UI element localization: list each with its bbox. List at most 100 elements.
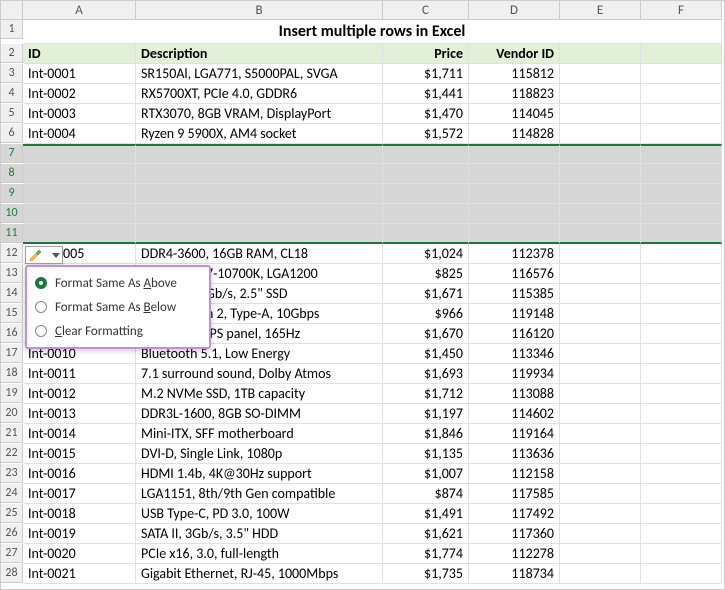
- column-header[interactable]: B: [136, 1, 383, 20]
- row-header[interactable]: 22: [1, 444, 23, 463]
- row-header[interactable]: 11: [1, 224, 23, 243]
- row-header[interactable]: 13: [1, 264, 23, 283]
- row-header[interactable]: 12: [1, 244, 23, 263]
- table-header[interactable]: ID: [23, 44, 136, 64]
- row-header[interactable]: 10: [1, 204, 23, 223]
- table-cell[interactable]: Int-0014: [23, 424, 136, 444]
- table-cell[interactable]: RTX3070, 8GB VRAM, DisplayPort: [136, 104, 383, 124]
- cell[interactable]: [641, 284, 722, 304]
- table-header[interactable]: Price: [383, 44, 469, 64]
- cell[interactable]: [560, 384, 641, 404]
- table-cell[interactable]: $1,670: [383, 324, 469, 344]
- table-cell[interactable]: HDMI 1.4b, 4K@30Hz support: [136, 464, 383, 484]
- cell[interactable]: [560, 544, 641, 564]
- cell[interactable]: [641, 404, 722, 424]
- table-cell[interactable]: Int-0019: [23, 524, 136, 544]
- cell[interactable]: [560, 524, 641, 544]
- row-header[interactable]: 20: [1, 404, 23, 423]
- table-cell[interactable]: $1,441: [383, 84, 469, 104]
- table-cell[interactable]: M.2 NVMe SSD, 1TB capacity: [136, 384, 383, 404]
- column-header[interactable]: E: [560, 1, 641, 20]
- table-cell[interactable]: Int-0017: [23, 484, 136, 504]
- table-cell[interactable]: 112278: [469, 544, 560, 564]
- table-cell[interactable]: SR150Al, LGA771, S5000PAL, SVGA: [136, 64, 383, 84]
- table-cell[interactable]: $825: [383, 264, 469, 284]
- table-cell[interactable]: $1,491: [383, 504, 469, 524]
- table-header[interactable]: Description: [136, 44, 383, 64]
- table-cell[interactable]: Int-0003: [23, 104, 136, 124]
- cell[interactable]: [641, 144, 722, 164]
- table-cell[interactable]: LGA1151, 8th/9th Gen compatible: [136, 484, 383, 504]
- cell[interactable]: [641, 84, 722, 104]
- cell[interactable]: [641, 564, 722, 584]
- table-cell[interactable]: 112158: [469, 464, 560, 484]
- cell[interactable]: [641, 204, 722, 224]
- table-cell[interactable]: $1,671: [383, 284, 469, 304]
- table-cell[interactable]: 117585: [469, 484, 560, 504]
- table-cell[interactable]: $1,572: [383, 124, 469, 144]
- cell[interactable]: [136, 224, 383, 244]
- table-cell[interactable]: $1,846: [383, 424, 469, 444]
- table-cell[interactable]: Mini-ITX, SFF motherboard: [136, 424, 383, 444]
- row-header[interactable]: 9: [1, 184, 23, 203]
- select-all-corner[interactable]: [1, 1, 23, 20]
- table-cell[interactable]: Int-0002: [23, 84, 136, 104]
- row-header[interactable]: 1: [1, 20, 23, 39]
- cell[interactable]: [641, 424, 722, 444]
- format-same-as-below-option[interactable]: Format Same As Below: [27, 295, 209, 319]
- cell[interactable]: [560, 144, 641, 164]
- cell[interactable]: [641, 384, 722, 404]
- cell[interactable]: [560, 64, 641, 84]
- cell[interactable]: [560, 504, 641, 524]
- cell[interactable]: [383, 204, 469, 224]
- cell[interactable]: [383, 144, 469, 164]
- row-header[interactable]: 2: [1, 44, 23, 63]
- table-cell[interactable]: 114828: [469, 124, 560, 144]
- clear-formatting-option[interactable]: Clear Formatting: [27, 319, 209, 343]
- row-header[interactable]: 15: [1, 304, 23, 323]
- cell[interactable]: [560, 124, 641, 144]
- cell[interactable]: [560, 344, 641, 364]
- cell[interactable]: [641, 504, 722, 524]
- cell[interactable]: [469, 224, 560, 244]
- cell[interactable]: [641, 524, 722, 544]
- cell[interactable]: [23, 204, 136, 224]
- cell[interactable]: [136, 204, 383, 224]
- cell[interactable]: [560, 44, 641, 64]
- table-cell[interactable]: $1,735: [383, 564, 469, 584]
- row-header[interactable]: 7: [1, 144, 23, 163]
- cell[interactable]: [23, 184, 136, 204]
- table-cell[interactable]: 115385: [469, 284, 560, 304]
- cell[interactable]: [641, 44, 722, 64]
- table-cell[interactable]: Int-0011: [23, 364, 136, 384]
- row-header[interactable]: 23: [1, 464, 23, 483]
- column-header[interactable]: C: [383, 1, 469, 20]
- cell[interactable]: [641, 104, 722, 124]
- cell[interactable]: [560, 564, 641, 584]
- cell[interactable]: [560, 184, 641, 204]
- table-cell[interactable]: PCIe x16, 3.0, full-length: [136, 544, 383, 564]
- row-header[interactable]: 28: [1, 564, 23, 583]
- table-cell[interactable]: 118823: [469, 84, 560, 104]
- table-cell[interactable]: DDR3L-1600, 8GB SO-DIMM: [136, 404, 383, 424]
- table-cell[interactable]: $966: [383, 304, 469, 324]
- table-cell[interactable]: 115812: [469, 64, 560, 84]
- row-header[interactable]: 8: [1, 164, 23, 183]
- table-cell[interactable]: 113346: [469, 344, 560, 364]
- table-cell[interactable]: $1,470: [383, 104, 469, 124]
- cell[interactable]: [560, 284, 641, 304]
- cell[interactable]: [641, 444, 722, 464]
- row-header[interactable]: 21: [1, 424, 23, 443]
- table-cell[interactable]: $1,621: [383, 524, 469, 544]
- cell[interactable]: [469, 164, 560, 184]
- row-header[interactable]: 6: [1, 124, 23, 143]
- table-cell[interactable]: $1,712: [383, 384, 469, 404]
- row-header[interactable]: 18: [1, 364, 23, 383]
- cell[interactable]: [136, 164, 383, 184]
- cell[interactable]: [560, 424, 641, 444]
- cell[interactable]: [469, 204, 560, 224]
- row-header[interactable]: 17: [1, 344, 23, 363]
- cell[interactable]: [23, 144, 136, 164]
- cell[interactable]: [383, 164, 469, 184]
- table-cell[interactable]: Int-0015: [23, 444, 136, 464]
